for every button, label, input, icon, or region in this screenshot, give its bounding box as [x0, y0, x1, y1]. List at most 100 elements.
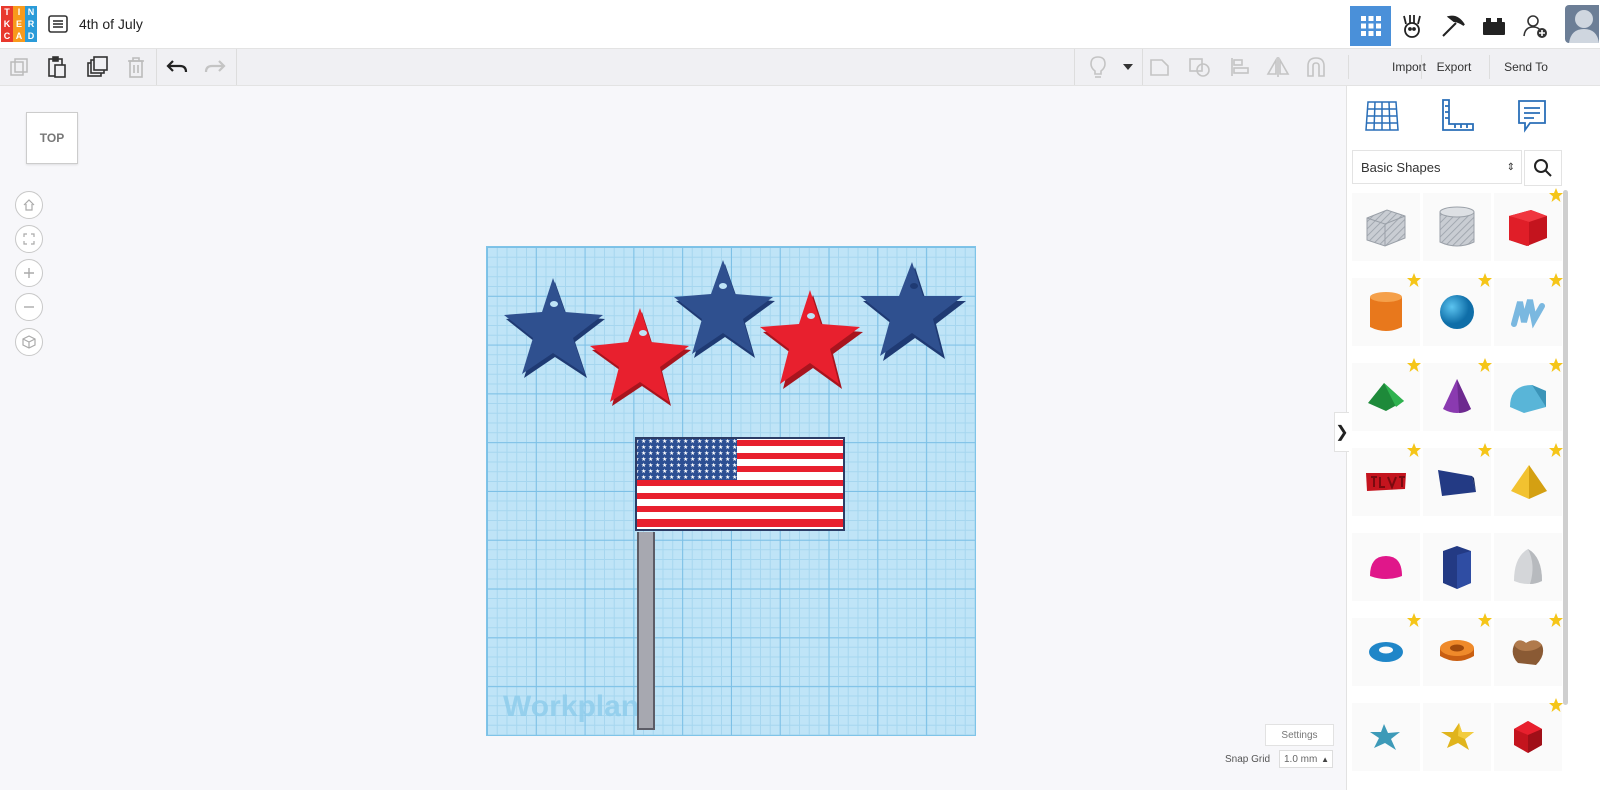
favorite-star-icon	[1478, 358, 1492, 372]
design-list-icon[interactable]	[48, 15, 68, 33]
lego-bricks-icon[interactable]	[1473, 6, 1514, 46]
favorite-star-icon	[1478, 273, 1492, 287]
logo-letter: N	[25, 6, 37, 18]
favorite-star-icon	[1407, 273, 1421, 287]
group-icon[interactable]	[1148, 55, 1172, 79]
favorite-star-icon	[1549, 273, 1563, 287]
shape-heart[interactable]	[1494, 613, 1563, 686]
shape-round-roof[interactable]	[1494, 358, 1563, 431]
ortho-view-icon[interactable]	[15, 328, 43, 356]
snap-grid-select[interactable]: 1.0 mm ▲	[1279, 750, 1333, 768]
collapse-panel-icon[interactable]: ❯	[1334, 412, 1349, 452]
red-star-2[interactable]	[760, 290, 863, 389]
favorite-star-icon	[1549, 613, 1563, 627]
copy-icon[interactable]	[7, 55, 31, 79]
user-avatar[interactable]	[1565, 5, 1599, 43]
shape-icosahedron[interactable]	[1494, 698, 1563, 771]
dropdown-caret-icon[interactable]	[1116, 55, 1140, 79]
light-bulb-icon[interactable]	[1086, 55, 1110, 79]
search-icon[interactable]	[1524, 150, 1562, 186]
shape-text[interactable]	[1352, 443, 1421, 516]
select-arrows-icon: ⇕	[1506, 162, 1515, 173]
import-export-bar: Import Export Send To	[1348, 49, 1600, 86]
shapes-grid	[1352, 188, 1564, 771]
logo-letter: C	[1, 30, 13, 42]
view-cube[interactable]: TOP	[26, 112, 78, 164]
shape-polygon[interactable]	[1423, 533, 1491, 601]
favorite-star-icon	[1407, 613, 1421, 627]
shape-category-label: Basic Shapes	[1361, 160, 1441, 175]
add-user-icon[interactable]	[1514, 6, 1555, 46]
shape-roof[interactable]	[1352, 358, 1421, 431]
circuits-icon[interactable]	[1391, 6, 1432, 46]
shape-torus[interactable]	[1352, 613, 1421, 686]
redo-icon[interactable]	[203, 55, 227, 79]
zoom-in-icon[interactable]	[15, 259, 43, 287]
shape-box[interactable]	[1494, 188, 1563, 261]
workplane-grid-icon[interactable]	[1362, 96, 1402, 136]
shape-paraboloid[interactable]	[1494, 533, 1562, 601]
3d-design-grid-icon[interactable]	[1350, 6, 1391, 46]
shape-pyramid[interactable]	[1494, 443, 1563, 516]
top-header: T I N K E R C A D 4th of July	[0, 0, 1600, 49]
zoom-out-icon[interactable]	[15, 293, 43, 321]
shape-category-select[interactable]: Basic Shapes ⇕	[1352, 150, 1522, 184]
logo-letter: D	[25, 30, 37, 42]
logo-letter: A	[13, 30, 25, 42]
favorite-star-icon	[1549, 188, 1563, 202]
home-view-icon[interactable]	[15, 191, 43, 219]
logo-letter: K	[1, 18, 13, 30]
shape-half-sphere[interactable]	[1352, 533, 1420, 601]
favorite-star-icon	[1549, 698, 1563, 712]
caret-up-icon: ▲	[1321, 755, 1329, 764]
shape-cylinder[interactable]	[1352, 273, 1421, 346]
ruler-icon[interactable]	[1437, 96, 1477, 136]
magnet-icon[interactable]	[1304, 55, 1328, 79]
mirror-icon[interactable]	[1266, 55, 1290, 79]
shape-star[interactable]	[1352, 703, 1420, 771]
paste-icon[interactable]	[45, 55, 69, 79]
ungroup-icon[interactable]	[1188, 55, 1212, 79]
edit-toolbar	[0, 49, 1373, 86]
favorite-star-icon	[1478, 613, 1492, 627]
favorite-star-icon	[1549, 358, 1563, 372]
notes-icon[interactable]	[1512, 96, 1552, 136]
red-star-1[interactable]	[590, 308, 691, 406]
export-button[interactable]: Export	[1421, 49, 1487, 85]
flag-pole[interactable]	[637, 532, 655, 730]
logo-letter: T	[1, 6, 13, 18]
logo-letter: I	[13, 6, 25, 18]
logo-letter: R	[25, 18, 37, 30]
shape-box-hole[interactable]	[1352, 193, 1420, 261]
favorite-star-icon	[1407, 443, 1421, 457]
fit-view-icon[interactable]	[15, 225, 43, 253]
shape-sphere[interactable]	[1423, 273, 1492, 346]
delete-icon[interactable]	[124, 55, 148, 79]
shape-wedge[interactable]	[1423, 443, 1492, 516]
design-scene: ★	[504, 260, 966, 730]
favorite-star-icon	[1549, 443, 1563, 457]
tinkercad-logo[interactable]: T I N K E R C A D	[1, 6, 37, 42]
pickaxe-codeblocks-icon[interactable]	[1432, 6, 1473, 46]
snap-grid-value: 1.0 mm	[1284, 754, 1318, 765]
design-title[interactable]: 4th of July	[79, 16, 143, 32]
align-icon[interactable]	[1228, 55, 1252, 79]
american-flag[interactable]	[635, 437, 845, 531]
duplicate-icon[interactable]	[85, 55, 109, 79]
blue-star-3[interactable]	[860, 262, 966, 361]
shape-cone[interactable]	[1423, 358, 1492, 431]
logo-letter: E	[13, 18, 25, 30]
shape-tube[interactable]	[1423, 613, 1492, 686]
blue-star-1[interactable]	[504, 278, 605, 378]
shape-cylinder-hole[interactable]	[1423, 193, 1491, 261]
shape-star-gold[interactable]	[1423, 703, 1491, 771]
blue-star-2[interactable]	[674, 260, 775, 358]
snap-grid-label: Snap Grid	[1225, 754, 1271, 765]
shape-scribble[interactable]	[1494, 273, 1563, 346]
favorite-star-icon	[1407, 358, 1421, 372]
send-to-button[interactable]: Send To	[1489, 49, 1563, 85]
favorite-star-icon	[1478, 443, 1492, 457]
undo-icon[interactable]	[165, 55, 189, 79]
settings-button[interactable]: Settings	[1265, 724, 1334, 746]
shapes-scrollbar[interactable]	[1563, 190, 1568, 705]
